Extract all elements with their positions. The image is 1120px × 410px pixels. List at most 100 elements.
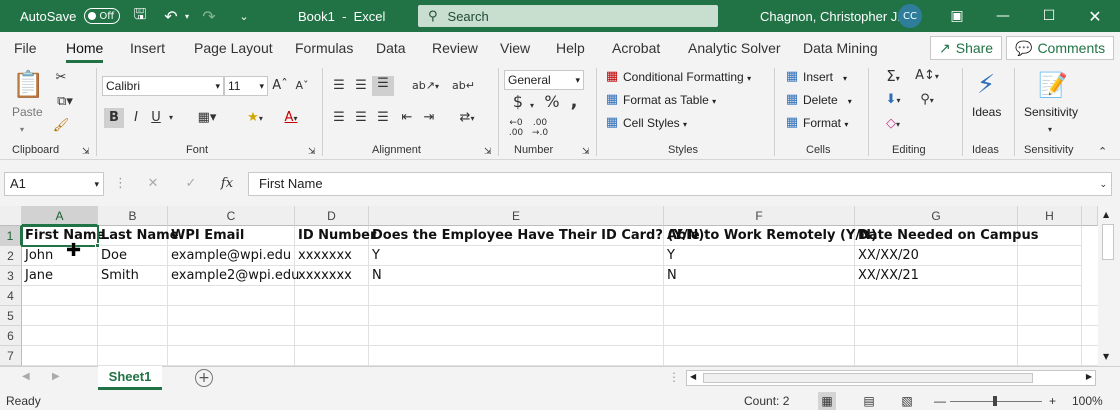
cell-c3[interactable]: example2@wpi.edu (168, 266, 299, 286)
conditional-formatting-button[interactable]: Conditional Formatting ▾ (623, 70, 751, 84)
page-break-view-icon[interactable]: ▧ (898, 392, 916, 410)
ribbon-display-icon[interactable]: ▣ (934, 0, 980, 32)
fill-color-icon[interactable]: ★▾ (240, 110, 270, 127)
formula-input[interactable]: First Name ⌄ (248, 172, 1112, 196)
underline-button[interactable]: U (148, 110, 164, 126)
format-cells-button[interactable]: Format ▾ (803, 116, 848, 130)
decrease-font-icon[interactable]: Aˇ (294, 78, 310, 94)
cell-e2[interactable]: Y (369, 246, 664, 266)
empty-row[interactable] (22, 306, 1098, 326)
percent-icon[interactable]: % (542, 94, 562, 110)
worksheet-grid[interactable]: A B C D E F G H 1 2 3 4 5 6 7 First Name… (0, 206, 1098, 366)
column-header-h[interactable]: H (1018, 206, 1082, 226)
column-header-e[interactable]: E (369, 206, 664, 226)
cell-g2[interactable]: XX/XX/20 (855, 246, 1018, 266)
fill-icon[interactable]: ⬇▾ (878, 92, 908, 109)
clipboard-launcher-icon[interactable]: ⇲ (82, 144, 90, 160)
clear-icon[interactable]: ◇▾ (878, 116, 908, 133)
cell-b3[interactable]: Smith (98, 266, 168, 286)
empty-row[interactable] (22, 326, 1098, 346)
paste-dropdown-icon[interactable]: ▾ (20, 122, 24, 138)
tab-review[interactable]: Review (432, 40, 478, 56)
increase-decimal-icon[interactable]: ←0.00 (506, 118, 526, 138)
sensitivity-button[interactable]: Sensitivity (1024, 105, 1078, 119)
number-launcher-icon[interactable]: ⇲ (582, 144, 590, 160)
ideas-button[interactable]: Ideas (972, 105, 1001, 119)
undo-dropdown-icon[interactable]: ▾ (182, 0, 192, 32)
empty-row[interactable] (22, 286, 1098, 306)
vertical-scrollbar[interactable]: ▲ ▼ (1098, 206, 1120, 366)
tab-view[interactable]: View (500, 40, 530, 56)
row-header-1[interactable]: 1 (0, 226, 22, 246)
zoom-in-icon[interactable]: + (1049, 392, 1056, 410)
cell-c2[interactable]: example@wpi.edu (168, 246, 295, 266)
orientation-icon[interactable]: ab↗▾ (412, 78, 439, 95)
cell-h1[interactable] (1018, 226, 1082, 246)
cell-d2[interactable]: xxxxxxx (295, 246, 369, 266)
decrease-indent-icon[interactable]: ⇤ (398, 110, 416, 126)
tab-split-handle-icon[interactable]: ⋮ (668, 370, 680, 384)
tab-home[interactable]: Home (66, 40, 104, 63)
scroll-left-icon[interactable]: ◀ (690, 372, 696, 381)
share-button[interactable]: ↗ Share (930, 36, 1003, 60)
cell-styles-button[interactable]: Cell Styles ▾ (623, 116, 687, 130)
confirm-entry-icon[interactable]: ✓ (182, 176, 200, 192)
row-header-2[interactable]: 2 (0, 246, 22, 266)
close-icon[interactable]: ✕ (1072, 0, 1118, 32)
avatar[interactable]: CC (898, 4, 922, 28)
font-size-select[interactable]: 11 ▾ (224, 76, 268, 96)
cell-d3[interactable]: xxxxxxx (295, 266, 369, 286)
maximize-icon[interactable]: ☐ (1026, 0, 1072, 32)
empty-row[interactable] (22, 346, 1098, 366)
align-right-icon[interactable]: ☰ (374, 110, 392, 126)
tab-data[interactable]: Data (376, 40, 406, 56)
find-select-icon[interactable]: ⚲▾ (912, 92, 942, 109)
cell-b1[interactable]: Last Name (98, 226, 179, 246)
add-sheet-icon[interactable]: + (195, 369, 213, 387)
tab-analytic-solver[interactable]: Analytic Solver (688, 40, 781, 56)
tab-page-layout[interactable]: Page Layout (194, 40, 273, 56)
tab-data-mining[interactable]: Data Mining (803, 40, 878, 56)
cell-c1[interactable]: WPI Email (168, 226, 295, 246)
normal-view-icon[interactable]: ▦ (818, 392, 836, 410)
tab-insert[interactable]: Insert (130, 40, 165, 56)
sensitivity-dropdown-icon[interactable]: ▾ (1048, 122, 1052, 138)
redo-icon[interactable]: ↷ (198, 0, 220, 32)
number-format-select[interactable]: General ▾ (504, 70, 584, 90)
tab-formulas[interactable]: Formulas (295, 40, 353, 56)
fill-handle[interactable] (95, 243, 100, 248)
minimize-icon[interactable]: — (980, 0, 1026, 32)
row-header-4[interactable]: 4 (0, 286, 22, 306)
column-header-a[interactable]: A (22, 206, 98, 226)
align-left-icon[interactable]: ☰ (330, 110, 348, 126)
cell-f1[interactable]: Able to Work Remotely (Y/N) (664, 226, 877, 246)
increase-font-icon[interactable]: Aˆ (272, 78, 288, 94)
align-bottom-icon[interactable]: ☰ (372, 76, 394, 96)
cell-e1[interactable]: Does the Employee Have Their ID Card? (Y… (369, 226, 704, 246)
comma-style-icon[interactable]: , (566, 93, 582, 111)
select-all-corner[interactable] (0, 206, 22, 226)
align-middle-icon[interactable]: ☰ (352, 78, 370, 94)
cell-b2[interactable]: Doe (98, 246, 168, 266)
column-header-c[interactable]: C (168, 206, 295, 226)
borders-icon[interactable]: ▦▾ (194, 110, 220, 126)
cell-a2[interactable]: John (22, 246, 98, 266)
format-painter-icon[interactable]: 🖌 (52, 118, 70, 134)
font-name-select[interactable]: Calibri ▾ (102, 76, 224, 96)
wrap-text-icon[interactable]: ab↵ (452, 78, 475, 94)
cell-a3[interactable]: Jane (22, 266, 98, 286)
status-count[interactable]: Count: 2 (744, 394, 789, 408)
sort-filter-icon[interactable]: A↕▾ (912, 68, 942, 85)
increase-indent-icon[interactable]: ⇥ (420, 110, 438, 126)
name-box[interactable]: A1 ▾ (4, 172, 104, 196)
row-header-6[interactable]: 6 (0, 326, 22, 346)
italic-button[interactable]: I (128, 110, 144, 126)
row-header-5[interactable]: 5 (0, 306, 22, 326)
bold-button[interactable]: B (104, 108, 124, 128)
row-header-3[interactable]: 3 (0, 266, 22, 286)
column-header-g[interactable]: G (855, 206, 1018, 226)
format-as-table-button[interactable]: Format as Table ▾ (623, 93, 716, 107)
autosave-toggle[interactable]: Off (84, 8, 121, 24)
font-launcher-icon[interactable]: ⇲ (308, 144, 316, 160)
autosave[interactable]: AutoSave Off (20, 0, 121, 32)
